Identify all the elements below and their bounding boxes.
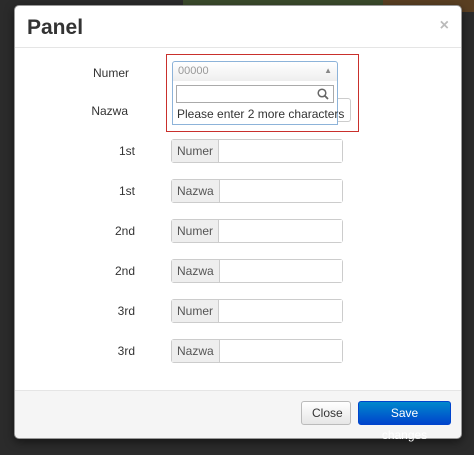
numer-addon: Numer	[172, 140, 220, 162]
close-icon[interactable]: ×	[440, 17, 449, 35]
row-label: 1st	[118, 184, 135, 198]
nazwa-input[interactable]	[219, 260, 342, 282]
nazwa-label: Nazwa	[91, 104, 128, 118]
numer-label: Numer	[92, 66, 129, 80]
numer-select[interactable]: 00000 ▲	[172, 61, 338, 82]
modal-title: Panel	[27, 16, 84, 39]
search-icon	[317, 88, 329, 100]
modal-header: Panel ×	[15, 6, 461, 48]
numer-addon: Numer	[172, 300, 220, 322]
numer-input[interactable]	[219, 300, 342, 322]
select-value: 00000	[178, 65, 209, 77]
nazwa-addon: Nazwa	[172, 180, 220, 202]
numer-input-group[interactable]: Numer	[171, 139, 343, 163]
nazwa-input-group[interactable]: Nazwa	[171, 179, 343, 203]
row-label: 3rd	[117, 344, 135, 358]
nazwa-input[interactable]	[219, 180, 342, 202]
numer-input-group[interactable]: Numer	[171, 299, 343, 323]
nazwa-addon: Nazwa	[172, 340, 220, 362]
save-changes-button[interactable]: Save changes	[358, 401, 451, 442]
close-button[interactable]: Close	[301, 401, 351, 425]
numer-input-group[interactable]: Numer	[171, 219, 343, 243]
numer-addon: Numer	[172, 220, 220, 242]
row-label: 2nd	[114, 264, 135, 278]
nazwa-input[interactable]	[219, 340, 342, 362]
panel-modal: Panel × Numer Nazwa 00000 ▲ Please enter…	[14, 5, 462, 442]
modal-footer: Close Save changes	[15, 390, 461, 442]
row-label: 3rd	[117, 304, 135, 318]
numer-input[interactable]	[219, 220, 342, 242]
select-message: Please enter 2 more characters	[177, 107, 345, 121]
numer-input[interactable]	[219, 140, 342, 162]
nazwa-input-group[interactable]: Nazwa	[171, 339, 343, 363]
row-label: 2nd	[114, 224, 135, 238]
nazwa-addon: Nazwa	[172, 260, 220, 282]
select-dropdown: Please enter 2 more characters	[172, 81, 344, 125]
select-search-input[interactable]	[176, 85, 334, 103]
nazwa-input-group[interactable]: Nazwa	[171, 259, 343, 283]
row-label: 1st	[118, 144, 135, 158]
arrow-up-icon: ▲	[324, 66, 332, 75]
